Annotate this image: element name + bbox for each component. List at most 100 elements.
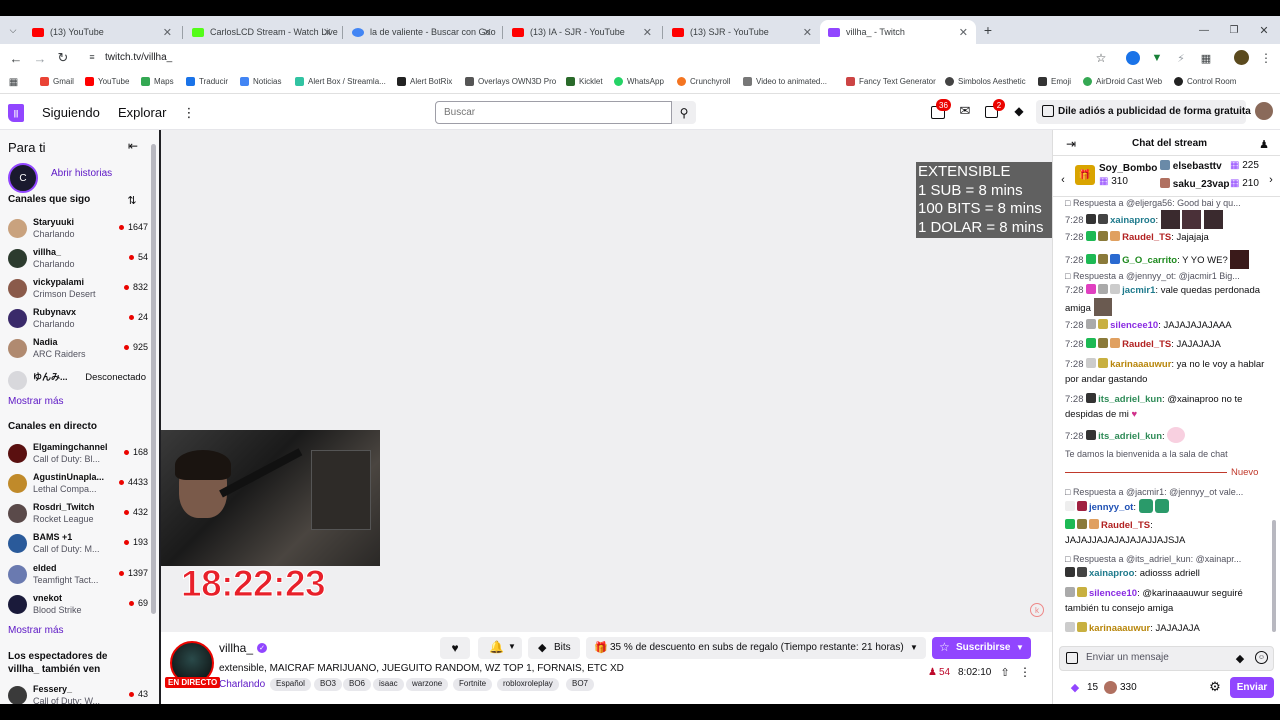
- sidebar-channel[interactable]: AgustinUnapla... Lethal Compa... 4433: [8, 471, 148, 501]
- chat-username[interactable]: silencee10: [1089, 588, 1137, 599]
- nav-browse[interactable]: Explorar: [118, 105, 166, 120]
- restore-icon[interactable]: ❐: [1226, 22, 1242, 38]
- chat-username[interactable]: its_adriel_kun: [1098, 431, 1162, 442]
- sidebar-channel[interactable]: vickypalami Crimson Desert 832: [8, 276, 148, 306]
- sidebar-channel[interactable]: Fessery_ Call of Duty: W... 43: [8, 683, 148, 704]
- bookmark-item[interactable]: Alert Box / Streamla...: [295, 77, 386, 86]
- nav-following[interactable]: Siguiendo: [42, 105, 100, 120]
- bookmark-item[interactable]: Control Room: [1174, 77, 1236, 86]
- close-tab-icon[interactable]: ✕: [323, 26, 332, 39]
- sidebar-channel-offline[interactable]: ゆんみ... Desconectado: [8, 368, 148, 398]
- chat-settings-box-icon[interactable]: [1066, 652, 1078, 664]
- show-more-link[interactable]: Mostrar más: [8, 396, 64, 407]
- chat-message[interactable]: 7:28 Raudel_TS: JAJAJAJA: [1065, 337, 1265, 352]
- sort-icon[interactable]: ⇅: [125, 193, 139, 207]
- chat-username[interactable]: its_adriel_kun: [1098, 394, 1162, 405]
- search-icon[interactable]: ⚲: [672, 101, 696, 124]
- bookmark-item[interactable]: YouTube: [85, 77, 129, 86]
- browser-tab-active[interactable]: villha_ - Twitch ✕: [820, 20, 976, 44]
- chat-settings-gear-icon[interactable]: ⚙: [1208, 679, 1222, 694]
- chat-message[interactable]: 7:28 karinaaauwur: ya no le voy a hablar…: [1065, 357, 1265, 387]
- chat-message[interactable]: 7:28 its_adriel_kun: @xainaproo no te de…: [1065, 392, 1265, 422]
- share-icon[interactable]: ⇧: [998, 665, 1012, 679]
- sidebar-channel[interactable]: Rubynavx Charlando 24: [8, 306, 148, 336]
- collapse-sidebar-icon[interactable]: ⇤: [126, 139, 140, 153]
- bookmark-item[interactable]: Video to animated...: [743, 77, 827, 86]
- forward-icon[interactable]: →: [32, 50, 48, 66]
- apps-grid-icon[interactable]: ▦: [8, 77, 19, 88]
- gift-subs-promo-button[interactable]: 🎁 35 % de descuento en subs de regalo (T…: [586, 637, 926, 659]
- close-tab-icon[interactable]: ✕: [163, 26, 172, 39]
- chat-message[interactable]: xainaproo: adiosss adriell: [1065, 566, 1265, 581]
- chevron-right-icon[interactable]: ›: [1266, 173, 1276, 187]
- close-tab-icon[interactable]: ✕: [643, 26, 652, 39]
- tab-search-icon[interactable]: ⌵: [6, 23, 20, 37]
- chat-message[interactable]: jennyy_ot:: [1065, 499, 1265, 515]
- browser-tab[interactable]: CarlosLCD Stream - Watch Live ✕: [184, 20, 340, 44]
- bookmark-item[interactable]: Kicklet: [566, 77, 603, 86]
- inbox-mail-icon[interactable]: ✉: [958, 103, 972, 118]
- extension-icon[interactable]: [1126, 51, 1140, 65]
- chat-username[interactable]: Raudel_TS: [1122, 339, 1171, 350]
- stream-tag[interactable]: BO7: [566, 678, 595, 691]
- minimize-icon[interactable]: —: [1196, 22, 1212, 38]
- bookmark-item[interactable]: Simbolos Aesthetic: [945, 77, 1026, 86]
- chat-username[interactable]: G_O_carrito: [1122, 255, 1177, 266]
- chat-username[interactable]: Raudel_TS: [1101, 520, 1150, 531]
- emote-picker-icon[interactable]: ☺: [1255, 651, 1268, 664]
- twitch-logo-icon[interactable]: ||: [8, 104, 24, 122]
- sidebar-channel[interactable]: Staryuuki Charlando 1647: [8, 216, 148, 246]
- follow-heart-button[interactable]: ♥: [440, 637, 470, 659]
- close-window-icon[interactable]: ✕: [1256, 22, 1272, 38]
- channel-name[interactable]: villha_: [219, 641, 253, 655]
- stream-category[interactable]: Charlando: [219, 679, 265, 690]
- stream-tag[interactable]: warzone: [406, 678, 449, 691]
- stream-tag[interactable]: BO6: [343, 678, 372, 691]
- browser-tab[interactable]: la de valiente - Buscar con Goo ✕: [344, 20, 500, 44]
- chat-message[interactable]: 7:28 G_O_carrito: Y YO WE?: [1065, 250, 1265, 269]
- bookmark-item[interactable]: Maps: [141, 77, 174, 86]
- browser-menu-icon[interactable]: ⋮: [1260, 50, 1272, 66]
- sidebar-channel[interactable]: villha_ Charlando 54: [8, 246, 148, 276]
- profile-avatar[interactable]: [1234, 50, 1249, 65]
- channel-points-icon[interactable]: ◆: [1069, 681, 1081, 694]
- search-input[interactable]: [435, 101, 672, 124]
- chat-users-icon[interactable]: ♟: [1257, 137, 1271, 151]
- bookmark-item[interactable]: Emoji: [1038, 77, 1071, 86]
- chat-message[interactable]: 7:28 jacmir1: vale quedas perdonada amig…: [1065, 283, 1265, 316]
- more-options-icon[interactable]: ⋮: [1019, 665, 1031, 679]
- subscribe-button[interactable]: ☆ Suscribirse ▼: [932, 637, 1031, 659]
- notifications-button[interactable]: 🔔 ▼: [478, 637, 522, 659]
- site-info-icon[interactable]: ≡: [86, 51, 98, 63]
- sidebar-scrollbar[interactable]: [151, 144, 156, 614]
- bookmark-star-icon[interactable]: ☆: [1093, 50, 1109, 66]
- browser-tab[interactable]: (13) YouTube ✕: [24, 20, 180, 44]
- back-icon[interactable]: ←: [8, 50, 24, 66]
- extension-icon[interactable]: ⚡: [1175, 51, 1187, 65]
- sidebar-channel[interactable]: vnekot Blood Strike 69: [8, 592, 148, 622]
- user-avatar[interactable]: [1255, 102, 1273, 120]
- chat-username[interactable]: jacmir1: [1122, 285, 1155, 296]
- sidebar-channel[interactable]: Rosdri_Twitch Rocket League 432: [8, 501, 148, 531]
- browser-tab[interactable]: (13) IA - SJR - YouTube ✕: [504, 20, 660, 44]
- chat-username[interactable]: karinaaauwur: [1110, 359, 1171, 370]
- more-menu-icon[interactable]: ⋮: [183, 105, 196, 121]
- bits-button[interactable]: ◆ Bits: [528, 637, 580, 659]
- chat-message[interactable]: 7:28 its_adriel_kun:: [1065, 427, 1265, 444]
- sidebar-channel[interactable]: Elgamingchannel Call of Duty: Bl... 168: [8, 441, 148, 471]
- bookmark-item[interactable]: Crunchyroll: [677, 77, 730, 86]
- chat-message[interactable]: karinaaauwur: JAJAJAJA: [1065, 621, 1265, 636]
- chat-message[interactable]: 7:28 xainaproo:: [1065, 210, 1265, 229]
- video-player[interactable]: EXTENSIBLE 1 SUB = 8 mins 100 BITS = 8 m…: [161, 130, 1052, 632]
- stream-tag[interactable]: Fortnite: [453, 678, 493, 691]
- bookmark-item[interactable]: Noticias: [240, 77, 281, 86]
- sidebar-channel[interactable]: elded Teamfight Tact... 1397: [8, 562, 148, 592]
- bookmark-item[interactable]: Traducir: [186, 77, 228, 86]
- bookmark-item[interactable]: WhatsApp: [614, 77, 664, 86]
- bookmark-item[interactable]: Alert BotRix: [397, 77, 452, 86]
- bits-cheer-icon[interactable]: ◆: [1234, 651, 1246, 665]
- chevron-left-icon[interactable]: ‹: [1058, 173, 1068, 187]
- bookmark-item[interactable]: Overlays OWN3D Pro: [465, 77, 556, 86]
- stream-tag[interactable]: isaac: [373, 678, 404, 691]
- stories-avatar[interactable]: C: [8, 163, 38, 193]
